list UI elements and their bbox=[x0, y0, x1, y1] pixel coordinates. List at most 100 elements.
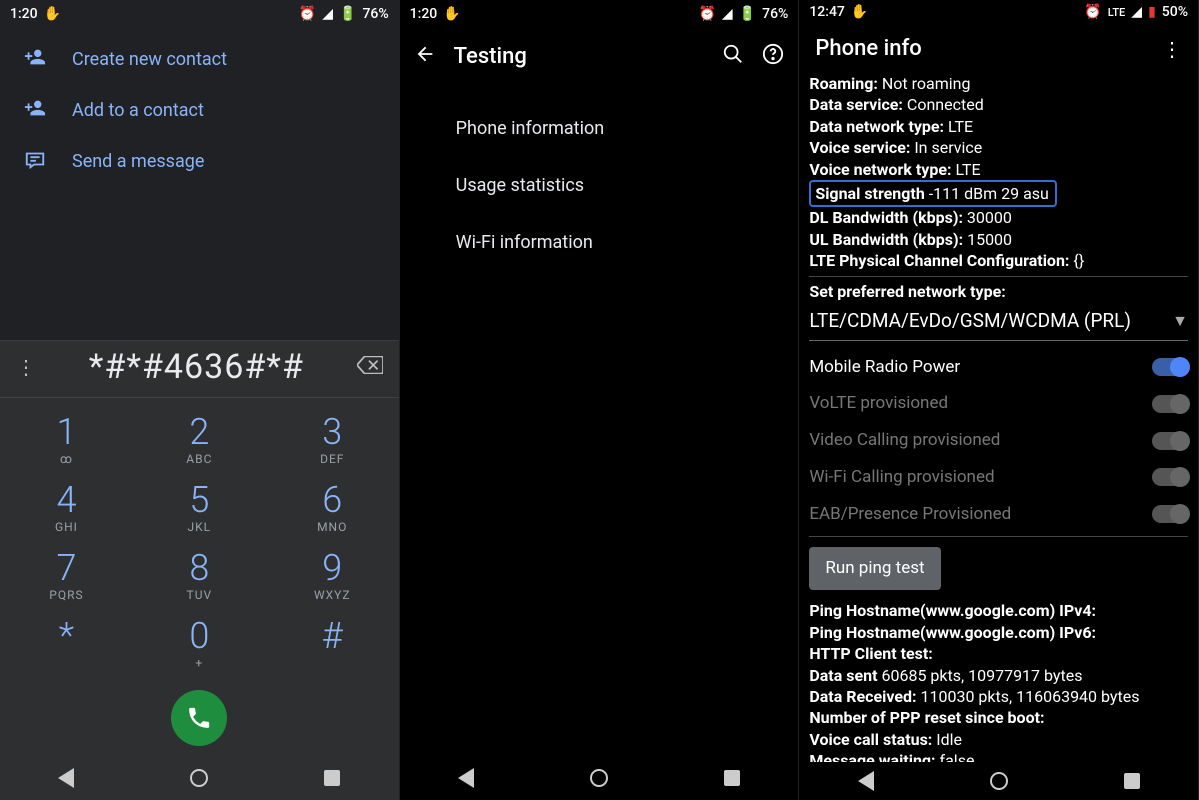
ping-ipv6-row: Ping Hostname(www.google.com) IPv6: bbox=[809, 622, 1188, 643]
ppp-reset-row: Number of PPP reset since boot: bbox=[809, 707, 1188, 728]
more-icon[interactable]: ⋮ bbox=[1162, 37, 1182, 61]
list-item-phone-info[interactable]: Phone information bbox=[400, 100, 799, 157]
create-contact-label: Create new contact bbox=[72, 49, 227, 70]
nav-back-button[interactable] bbox=[854, 769, 878, 793]
status-bar: 1:20 ✋ ⏰ ◢ 🔋 76% bbox=[400, 0, 799, 28]
voice-network-row: Voice network type: LTE bbox=[809, 159, 1188, 180]
radio-power-row[interactable]: Mobile Radio Power bbox=[809, 349, 1188, 386]
nav-home-button[interactable] bbox=[987, 769, 1011, 793]
back-button[interactable] bbox=[414, 43, 436, 69]
run-ping-button[interactable]: Run ping test bbox=[809, 547, 940, 590]
signal-icon: ◢ bbox=[322, 6, 333, 22]
key-hash[interactable]: # bbox=[266, 612, 399, 674]
list-item-usage-stats[interactable]: Usage statistics bbox=[400, 157, 799, 214]
status-time: 1:20 bbox=[410, 6, 438, 22]
add-person-icon bbox=[22, 97, 48, 124]
nav-back-button[interactable] bbox=[54, 766, 78, 790]
key-6[interactable]: 6MNO bbox=[266, 476, 399, 538]
dial-display: ⋮ *#*#4636#*# bbox=[0, 340, 399, 398]
nav-bar bbox=[0, 756, 399, 800]
message-waiting-row: Message waiting: false bbox=[809, 750, 1188, 762]
key-2[interactable]: 2ABC bbox=[133, 408, 266, 470]
phone-info-screen: 12:47 ✋ ⏰ LTE ◢ ▮ 50% Phone info ⋮ Roami… bbox=[799, 0, 1199, 800]
testing-screen: 1:20 ✋ ⏰ ◢ 🔋 76% Testing Phone informati… bbox=[400, 0, 800, 800]
status-bar: 1:20 ✋ ⏰ ◢ 🔋 76% bbox=[0, 0, 399, 28]
alarm-icon: ⏰ bbox=[1084, 4, 1101, 20]
key-star[interactable]: * bbox=[0, 612, 133, 674]
toggle-label: VoLTE provisioned bbox=[809, 392, 948, 415]
dialer-screen: 1:20 ✋ ⏰ ◢ 🔋 76% Create new contact Add … bbox=[0, 0, 400, 800]
signal-icon: ◢ bbox=[1131, 4, 1142, 20]
volte-row: VoLTE provisioned bbox=[809, 385, 1188, 422]
battery-pct: 50% bbox=[1162, 4, 1188, 20]
voice-service-row: Voice service: In service bbox=[809, 137, 1188, 158]
pref-network-dropdown[interactable]: LTE/CDMA/EvDo/GSM/WCDMA (PRL) ▼ bbox=[809, 304, 1188, 340]
help-icon[interactable] bbox=[762, 43, 784, 69]
key-0[interactable]: 0+ bbox=[133, 612, 266, 674]
key-3[interactable]: 3DEF bbox=[266, 408, 399, 470]
toggle-label: Video Calling provisioned bbox=[809, 429, 1000, 452]
wifi-calling-row: Wi-Fi Calling provisioned bbox=[809, 459, 1188, 496]
touch-icon: ✋ bbox=[443, 6, 460, 22]
key-7[interactable]: 7PQRS bbox=[0, 544, 133, 606]
switch-disabled bbox=[1152, 432, 1188, 450]
dropdown-value: LTE/CDMA/EvDo/GSM/WCDMA (PRL) bbox=[809, 308, 1131, 333]
nav-back-button[interactable] bbox=[454, 766, 478, 790]
switch-disabled bbox=[1152, 395, 1188, 413]
backspace-icon[interactable] bbox=[353, 356, 387, 378]
battery-icon: ▮ bbox=[1148, 4, 1156, 20]
signal-strength-highlight: Signal strength -111 dBm 29 asu bbox=[809, 180, 1057, 207]
page-title: Testing bbox=[454, 44, 527, 69]
nav-recent-button[interactable] bbox=[1120, 769, 1144, 793]
eab-row: EAB/Presence Provisioned bbox=[809, 496, 1188, 533]
battery-pct: 76% bbox=[762, 6, 788, 22]
nav-recent-button[interactable] bbox=[320, 766, 344, 790]
key-8[interactable]: 8TUV bbox=[133, 544, 266, 606]
roaming-row: Roaming: Not roaming bbox=[809, 73, 1188, 94]
lte-config-row: LTE Physical Channel Configuration: {} bbox=[809, 250, 1188, 271]
voice-call-row: Voice call status: Idle bbox=[809, 729, 1188, 750]
more-icon[interactable]: ⋮ bbox=[12, 355, 40, 379]
dialed-number: *#*#4636#*# bbox=[40, 347, 353, 387]
key-1[interactable]: 1ꝏ bbox=[0, 408, 133, 470]
data-service-row: Data service: Connected bbox=[809, 94, 1188, 115]
switch-on[interactable] bbox=[1152, 358, 1188, 376]
signal-icon: ◢ bbox=[722, 6, 733, 22]
touch-icon: ✋ bbox=[851, 4, 868, 20]
search-icon[interactable] bbox=[722, 43, 744, 69]
key-9[interactable]: 9WXYZ bbox=[266, 544, 399, 606]
network-label: LTE bbox=[1108, 6, 1126, 19]
battery-icon: 🔋 bbox=[339, 6, 356, 22]
key-4[interactable]: 4GHI bbox=[0, 476, 133, 538]
nav-bar bbox=[400, 756, 799, 800]
status-bar: 12:47 ✋ ⏰ LTE ◢ ▮ 50% bbox=[799, 0, 1198, 24]
nav-home-button[interactable] bbox=[587, 766, 611, 790]
add-contact-label: Add to a contact bbox=[72, 100, 204, 121]
video-calling-row: Video Calling provisioned bbox=[809, 422, 1188, 459]
toggle-label: Wi-Fi Calling provisioned bbox=[809, 466, 994, 489]
nav-recent-button[interactable] bbox=[720, 766, 744, 790]
nav-home-button[interactable] bbox=[187, 766, 211, 790]
alarm-icon: ⏰ bbox=[299, 6, 316, 22]
dl-bandwidth-row: DL Bandwidth (kbps): 30000 bbox=[809, 207, 1188, 228]
ul-bandwidth-row: UL Bandwidth (kbps): 15000 bbox=[809, 229, 1188, 250]
key-5[interactable]: 5JKL bbox=[133, 476, 266, 538]
list-item-wifi-info[interactable]: Wi-Fi information bbox=[400, 214, 799, 271]
nav-bar bbox=[799, 762, 1198, 800]
send-message-row[interactable]: Send a message bbox=[0, 136, 399, 187]
battery-pct: 76% bbox=[362, 6, 388, 22]
switch-disabled bbox=[1152, 468, 1188, 486]
data-sent-row: Data sent 60685 pkts, 10977917 bytes bbox=[809, 665, 1188, 686]
toggle-label: EAB/Presence Provisioned bbox=[809, 503, 1011, 526]
app-bar: Phone info ⋮ bbox=[799, 24, 1198, 73]
http-test-row: HTTP Client test: bbox=[809, 643, 1188, 664]
switch-disabled bbox=[1152, 505, 1188, 523]
add-person-icon bbox=[22, 46, 48, 73]
call-button[interactable] bbox=[171, 690, 227, 746]
message-icon bbox=[22, 148, 48, 175]
app-bar: Testing bbox=[400, 28, 799, 84]
create-contact-row[interactable]: Create new contact bbox=[0, 34, 399, 85]
page-title: Phone info bbox=[815, 36, 921, 61]
toggle-label: Mobile Radio Power bbox=[809, 356, 960, 379]
add-contact-row[interactable]: Add to a contact bbox=[0, 85, 399, 136]
